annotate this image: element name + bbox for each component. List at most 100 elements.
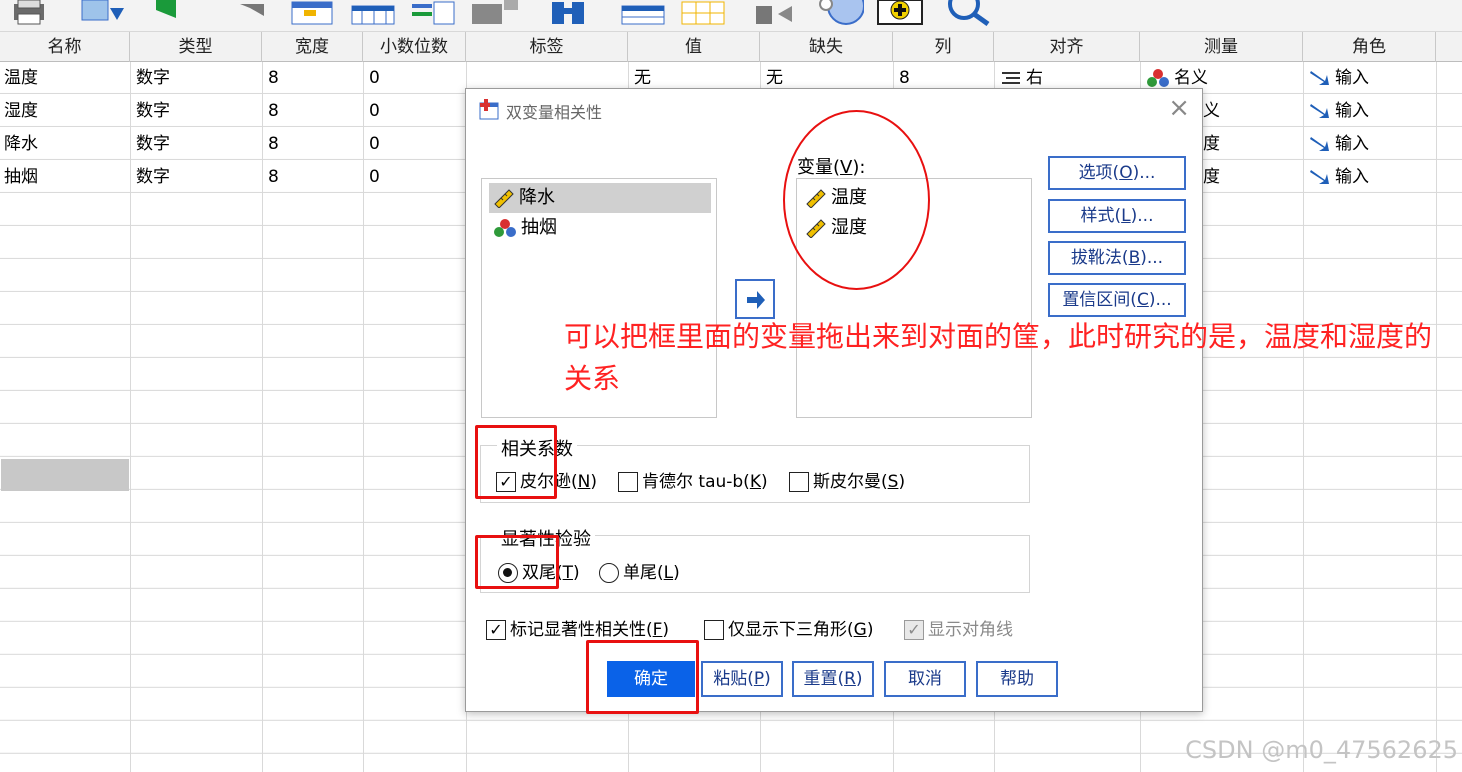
scale-ruler-icon	[494, 189, 514, 208]
kendall-checkbox[interactable]: 肯德尔 tau-b(K)	[618, 470, 768, 494]
list-item[interactable]: 降水	[489, 183, 711, 213]
cell-name[interactable]: 湿度	[0, 95, 130, 128]
weight-cases-icon[interactable]	[816, 0, 864, 26]
cell-type[interactable]: 数字	[132, 95, 260, 128]
move-variable-button[interactable]	[735, 279, 775, 319]
col-divider	[1436, 32, 1437, 772]
header-decimals[interactable]: 小数位数	[363, 32, 466, 62]
cell-width[interactable]: 8	[264, 62, 362, 95]
toolbar	[0, 0, 1462, 32]
recall-dialog-icon[interactable]	[80, 0, 128, 26]
role-value: 输入	[1335, 101, 1369, 121]
grid-header-row: 名称 类型 宽度 小数位数 标签 值 缺失 列 对齐 测量 角色	[0, 32, 1462, 62]
role-value: 输入	[1335, 68, 1369, 88]
header-missing[interactable]: 缺失	[760, 32, 893, 62]
bootstrap-button[interactable]: 拔靴法(B)...	[1048, 241, 1186, 275]
cell-measure[interactable]: 度	[1203, 161, 1302, 194]
cell-width[interactable]: 8	[264, 161, 362, 194]
cell-decimals[interactable]: 0	[365, 95, 463, 128]
cell-type[interactable]: 数字	[132, 161, 260, 194]
flag-significant-checkbox[interactable]: ✓ 标记显著性相关性(F)	[486, 618, 669, 642]
lower-triangle-checkbox[interactable]: 仅显示下三角形(G)	[704, 618, 873, 642]
spearman-checkbox[interactable]: 斯皮尔曼(S)	[789, 470, 905, 494]
dialog-app-icon	[479, 99, 499, 120]
col-divider	[262, 32, 263, 772]
nominal-icon	[494, 219, 516, 237]
cell-name[interactable]: 抽烟	[0, 161, 130, 194]
search-icon[interactable]	[944, 0, 996, 26]
paste-button[interactable]: 粘贴(P)	[701, 661, 783, 697]
selected-cell[interactable]	[1, 459, 129, 491]
cell-role[interactable]: 输入	[1305, 161, 1435, 194]
cell-measure[interactable]: 度	[1203, 128, 1302, 161]
run-descriptives-icon[interactable]	[470, 0, 520, 26]
annotation-rect-two-tailed	[475, 535, 559, 589]
redo-icon[interactable]	[230, 0, 270, 26]
role-value: 输入	[1335, 134, 1369, 154]
header-columns[interactable]: 列	[893, 32, 994, 62]
options-button[interactable]: 选项(O)...	[1048, 156, 1186, 190]
insert-variable-icon[interactable]	[680, 0, 728, 26]
annotation-ellipse	[783, 110, 930, 290]
header-measure[interactable]: 测量	[1140, 32, 1303, 62]
style-button[interactable]: 样式(L)...	[1048, 199, 1186, 233]
cell-measure[interactable]: 义	[1203, 95, 1302, 128]
select-cases-icon[interactable]	[876, 0, 926, 26]
split-file-icon[interactable]	[752, 0, 802, 26]
cell-role[interactable]: 输入	[1305, 128, 1435, 161]
header-width[interactable]: 宽度	[262, 32, 363, 62]
list-item-label: 抽烟	[521, 217, 557, 238]
reset-button[interactable]: 重置(R)	[792, 661, 874, 697]
input-role-icon	[1310, 104, 1329, 118]
cell-width[interactable]: 8	[264, 128, 362, 161]
checkbox-box: ✓	[486, 620, 506, 640]
cell-name[interactable]: 降水	[0, 128, 130, 161]
align-value: 右	[1026, 68, 1043, 88]
header-role[interactable]: 角色	[1303, 32, 1436, 62]
cell-decimals[interactable]: 0	[365, 128, 463, 161]
cancel-button[interactable]: 取消	[884, 661, 966, 697]
annotation-rect-pearson	[475, 425, 557, 499]
cell-role[interactable]: 输入	[1305, 95, 1435, 128]
cell-decimals[interactable]: 0	[365, 62, 463, 95]
cell-role[interactable]: 输入	[1305, 62, 1435, 95]
header-name[interactable]: 名称	[0, 32, 130, 62]
help-button[interactable]: 帮助	[976, 661, 1058, 697]
undo-icon[interactable]	[152, 0, 192, 26]
annotation-text: 可以把框里面的变量拖出来到对面的筐，此时研究的是，温度和湿度的关系	[564, 320, 1433, 395]
checkbox-box	[618, 472, 638, 492]
list-item-label: 降水	[519, 187, 555, 208]
cell-type[interactable]: 数字	[132, 128, 260, 161]
list-item[interactable]: 抽烟	[489, 213, 711, 243]
checkbox-box	[789, 472, 809, 492]
goto-variable-icon[interactable]	[350, 0, 398, 26]
radio-dot	[599, 563, 619, 583]
col-divider	[1303, 32, 1304, 772]
goto-case-icon[interactable]	[290, 0, 336, 26]
cell-decimals[interactable]: 0	[365, 161, 463, 194]
col-divider	[363, 32, 364, 772]
header-label[interactable]: 标签	[466, 32, 628, 62]
cell-name[interactable]: 温度	[0, 62, 130, 95]
one-tailed-radio[interactable]: 单尾(L)	[599, 561, 680, 585]
nominal-icon	[1147, 69, 1169, 87]
measure-value: 名义	[1174, 68, 1208, 88]
confidence-interval-button[interactable]: 置信区间(C)...	[1048, 283, 1186, 317]
role-value: 输入	[1335, 167, 1369, 187]
find-icon[interactable]	[546, 0, 594, 26]
watermark: CSDN @m0_47562625	[1185, 736, 1458, 764]
header-align[interactable]: 对齐	[994, 32, 1140, 62]
close-icon[interactable]: ×	[1168, 93, 1190, 123]
print-icon[interactable]	[8, 0, 50, 26]
show-diagonal-checkbox: ✓ 显示对角线	[904, 618, 1013, 642]
checkbox-box	[704, 620, 724, 640]
input-role-icon	[1310, 170, 1329, 184]
variables-icon[interactable]	[410, 0, 458, 26]
dialog-title: 双变量相关性	[506, 103, 603, 122]
header-values[interactable]: 值	[628, 32, 760, 62]
input-role-icon	[1310, 71, 1329, 85]
header-type[interactable]: 类型	[130, 32, 262, 62]
insert-cases-icon[interactable]	[620, 0, 668, 26]
cell-width[interactable]: 8	[264, 95, 362, 128]
cell-type[interactable]: 数字	[132, 62, 260, 95]
